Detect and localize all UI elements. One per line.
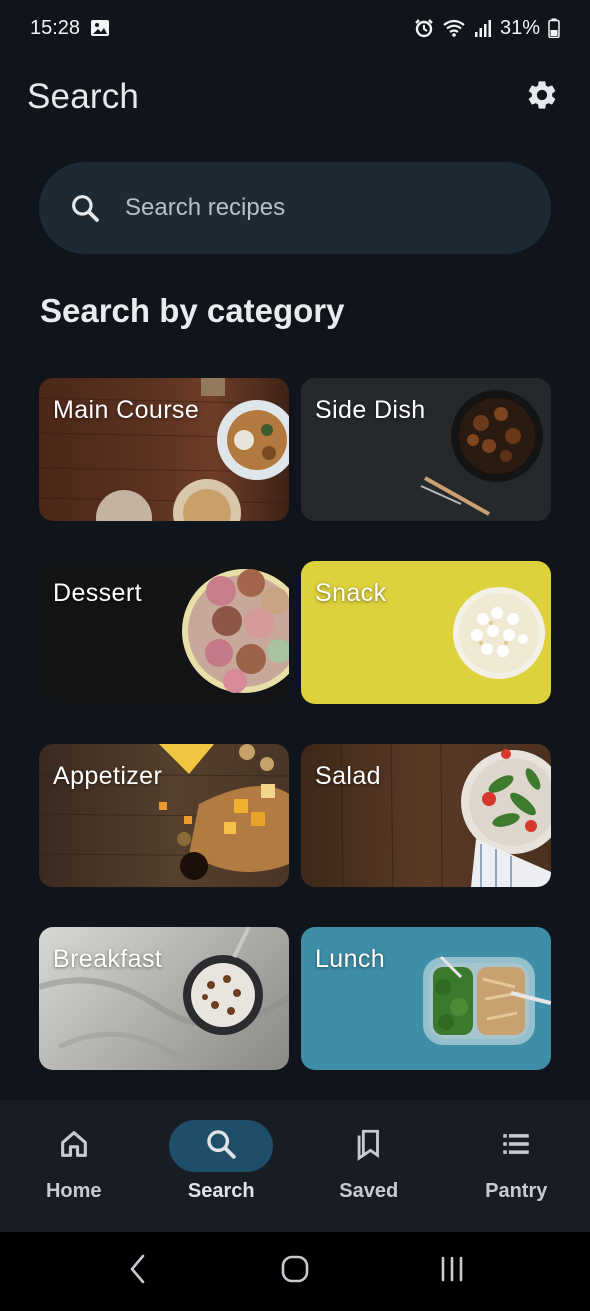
search-bar[interactable] <box>39 162 551 254</box>
system-navigation-bar <box>0 1232 590 1311</box>
nav-label: Search <box>187 1180 255 1202</box>
image-icon <box>90 18 110 38</box>
category-card-snack[interactable]: Snack <box>301 561 551 704</box>
battery-icon <box>548 18 560 38</box>
nav-item-search[interactable]: Search <box>161 1120 281 1203</box>
back-icon <box>126 1252 150 1291</box>
nav-label: Saved <box>339 1180 399 1202</box>
nav-icon-container <box>169 1120 274 1172</box>
settings-button[interactable] <box>520 75 564 119</box>
home-circle-icon <box>280 1254 310 1289</box>
list-icon <box>499 1127 533 1166</box>
back-button[interactable] <box>108 1247 168 1297</box>
nav-icon-container <box>464 1120 568 1172</box>
status-bar: 15:28 31% <box>0 0 590 56</box>
nav-label: Home <box>45 1180 102 1202</box>
bottom-navigation: Home Search Saved Pantry <box>0 1100 590 1232</box>
battery-percent: 31% <box>499 16 540 39</box>
nav-item-home[interactable]: Home <box>14 1120 134 1203</box>
wifi-icon <box>442 18 466 38</box>
category-card-dessert[interactable]: Dessert <box>39 561 289 704</box>
nav-label: Pantry <box>485 1180 548 1202</box>
nav-icon-container <box>317 1120 421 1172</box>
app-bar: Search <box>0 62 590 132</box>
category-grid: Main Course Side Dish Dessert Snack Appe… <box>39 378 551 1070</box>
section-heading: Search by category <box>40 292 345 329</box>
alarm-icon <box>414 18 434 38</box>
home-icon <box>57 1127 91 1166</box>
search-icon <box>69 192 101 224</box>
nav-item-pantry[interactable]: Pantry <box>456 1120 576 1203</box>
home-button[interactable] <box>265 1247 325 1297</box>
search-icon <box>204 1127 238 1166</box>
category-label: Main Course <box>53 396 200 424</box>
category-card-lunch[interactable]: Lunch <box>301 927 551 1070</box>
bookmarks-icon <box>352 1127 386 1166</box>
page-title: Search <box>27 77 140 116</box>
recents-icon <box>437 1254 467 1289</box>
category-label: Appetizer <box>53 762 163 790</box>
category-card-appetizer[interactable]: Appetizer <box>39 744 289 887</box>
nav-icon-container <box>22 1120 126 1172</box>
category-card-main-course[interactable]: Main Course <box>39 378 289 521</box>
category-label: Dessert <box>53 579 142 607</box>
signal-icon <box>474 18 492 38</box>
category-label: Snack <box>315 579 387 607</box>
nav-item-saved[interactable]: Saved <box>309 1120 429 1203</box>
category-card-side-dish[interactable]: Side Dish <box>301 378 551 521</box>
category-card-salad[interactable]: Salad <box>301 744 551 887</box>
recents-button[interactable] <box>422 1247 482 1297</box>
search-input[interactable] <box>125 194 505 222</box>
status-time: 15:28 <box>30 16 81 39</box>
gear-icon <box>525 78 559 117</box>
category-label: Salad <box>315 762 381 790</box>
category-label: Lunch <box>315 945 386 973</box>
category-card-breakfast[interactable]: Breakfast <box>39 927 289 1070</box>
category-label: Breakfast <box>53 945 163 973</box>
category-label: Side Dish <box>315 396 426 424</box>
